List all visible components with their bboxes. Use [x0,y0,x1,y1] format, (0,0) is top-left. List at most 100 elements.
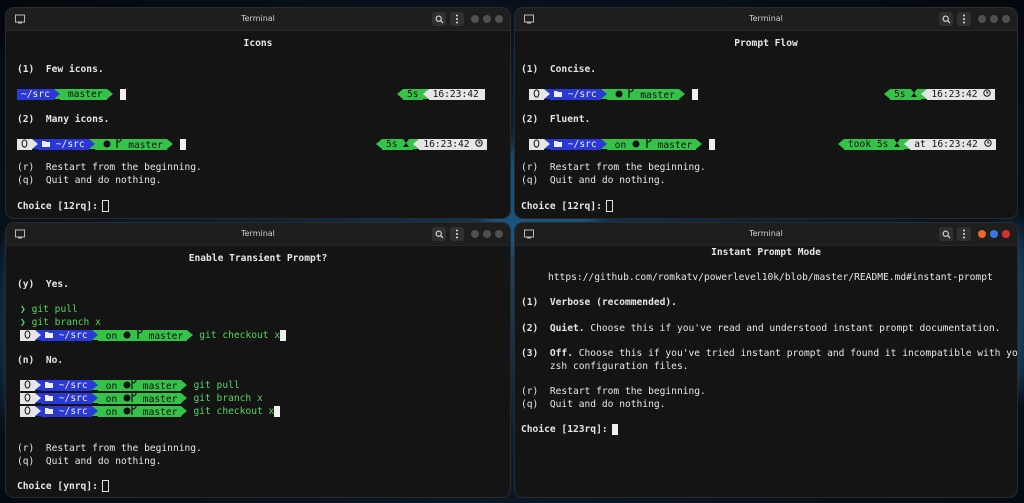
wizard-heading: Prompt Flow [734,38,798,49]
menu-icon [456,14,458,24]
terminal-window-instant-prompt[interactable]: Terminal Instant Prompt Mode https://git… [515,223,1017,497]
close-button[interactable] [495,15,503,23]
wizard-heading: Enable Transient Prompt? [188,253,328,264]
search-icon [942,15,950,23]
linux-icon [24,392,31,402]
maximize-button[interactable] [483,230,491,238]
separator-icon [106,89,113,99]
os-segment [20,405,35,417]
restart-option[interactable]: (r) Restart from the beginning. [17,161,504,174]
option-no[interactable]: (n) No. [17,354,504,367]
menu-icon [963,14,965,24]
minimize-button[interactable] [978,15,986,23]
terminal-window-prompt-flow[interactable]: Terminal Prompt Flow (1) Concise. ~/src [515,8,1017,218]
prompt-preview-fluent: ~/src on master [529,138,716,151]
os-segment [20,392,35,404]
menu-button[interactable] [957,12,971,26]
search-button[interactable] [939,12,953,26]
command-text: git pull [193,379,240,391]
os-segment [20,379,35,391]
menu-button[interactable] [450,227,464,241]
restart-option[interactable]: (r) Restart from the beginning. [521,385,1011,398]
time-segment: 16:23:42 [428,88,485,100]
choice-prompt[interactable]: Choice [12rq]: [17,200,504,213]
duration-segment: took 5s [844,138,905,150]
title-bar[interactable]: Terminal [515,8,1017,31]
branch-icon [646,138,652,148]
folder-icon [554,140,562,147]
cursor [605,200,613,212]
prompt-preview-no-transient: ~/src on master git checkout x [20,405,281,418]
title-bar[interactable]: Terminal [515,223,1017,246]
option-1[interactable]: (1) Verbose (recommended). [521,296,1011,309]
option-yes[interactable]: (y) Yes. [17,278,504,291]
cursor [274,405,281,417]
terminal-window-transient-prompt[interactable]: Terminal Enable Transient Prompt? (y) Ye… [6,223,510,497]
quit-option[interactable]: (q) Quit and do nothing. [17,455,504,468]
minimize-button[interactable] [471,230,479,238]
choice-prompt[interactable]: Choice [12rq]: [521,200,1011,213]
choice-prompt[interactable]: Choice [ynrq]: [17,480,504,493]
restart-option[interactable]: (r) Restart from the beginning. [521,161,1011,174]
option-3[interactable]: (3) Off. Choose this if you've tried ins… [521,347,1017,360]
choice-prompt[interactable]: Choice [123rq]: [521,423,1011,436]
title-bar[interactable]: Terminal [6,8,510,31]
close-button[interactable] [1002,15,1010,23]
github-icon [123,407,131,414]
maximize-button[interactable] [990,230,998,238]
quit-option[interactable]: (q) Quit and do nothing. [17,174,504,187]
documentation-link[interactable]: https://github.com/romkatv/powerlevel10k… [548,271,1011,284]
maximize-button[interactable] [990,15,998,23]
prompt-preview-no-transient: ~/src on master git branch x [20,392,263,405]
time-segment: 16:23:42 [927,88,996,100]
right-prompt-preview: 5s 16:23:42 [397,88,485,100]
title-bar[interactable]: Terminal [6,223,510,246]
git-segment: on master [606,138,697,151]
hourglass-icon [403,138,410,147]
clock-icon [983,138,992,147]
git-segment: on master [97,405,182,418]
cursor [280,329,287,341]
option-2[interactable]: (2) Fluent. [521,113,1011,126]
separator-icon [181,406,188,416]
minimize-button[interactable] [471,15,479,23]
menu-button[interactable] [450,12,464,26]
terminal-window-icons[interactable]: Terminal Icons (1) Few icons. ~/src mast… [6,8,510,218]
minimize-button[interactable] [978,230,986,238]
prompt-preview-many-icons: ~/src master [17,138,186,151]
prompt-preview-concise: ~/src master [529,88,698,101]
close-button[interactable] [1002,230,1010,238]
close-button[interactable] [495,230,503,238]
quit-option[interactable]: (q) Quit and do nothing. [521,174,1011,187]
cursor [709,138,716,150]
prompt-preview-transient: ~/src on master git checkout x [20,329,287,342]
separator-icon [181,380,188,390]
search-icon [942,230,950,238]
branch-icon [131,392,137,402]
option-1[interactable]: (1) Few icons. [17,63,504,76]
folder-icon [42,140,50,147]
right-prompt-preview: took 5s at 16:23:42 [838,138,996,150]
os-segment [20,329,35,341]
git-segment: master [94,138,167,151]
branch-icon [116,138,123,148]
menu-button[interactable] [957,227,971,241]
dir-segment: ~/src [41,405,92,417]
option-2[interactable]: (2) Quiet. Choose this if you've read an… [521,322,1011,335]
search-button[interactable] [939,227,953,241]
folder-icon [45,394,53,401]
search-button[interactable] [432,12,446,26]
restart-option[interactable]: (r) Restart from the beginning. [17,442,504,455]
option-2[interactable]: (2) Many icons. [17,113,504,126]
cursor [119,88,126,100]
github-icon [123,394,131,401]
option-1[interactable]: (1) Concise. [521,63,1011,76]
folder-icon [45,331,53,338]
separator-icon [696,139,703,149]
maximize-button[interactable] [483,15,491,23]
quit-option[interactable]: (q) Quit and do nothing. [521,398,1011,411]
option-3-continued: zsh configuration files. [521,361,689,372]
github-icon [615,90,623,97]
cursor [101,200,109,212]
search-button[interactable] [432,227,446,241]
